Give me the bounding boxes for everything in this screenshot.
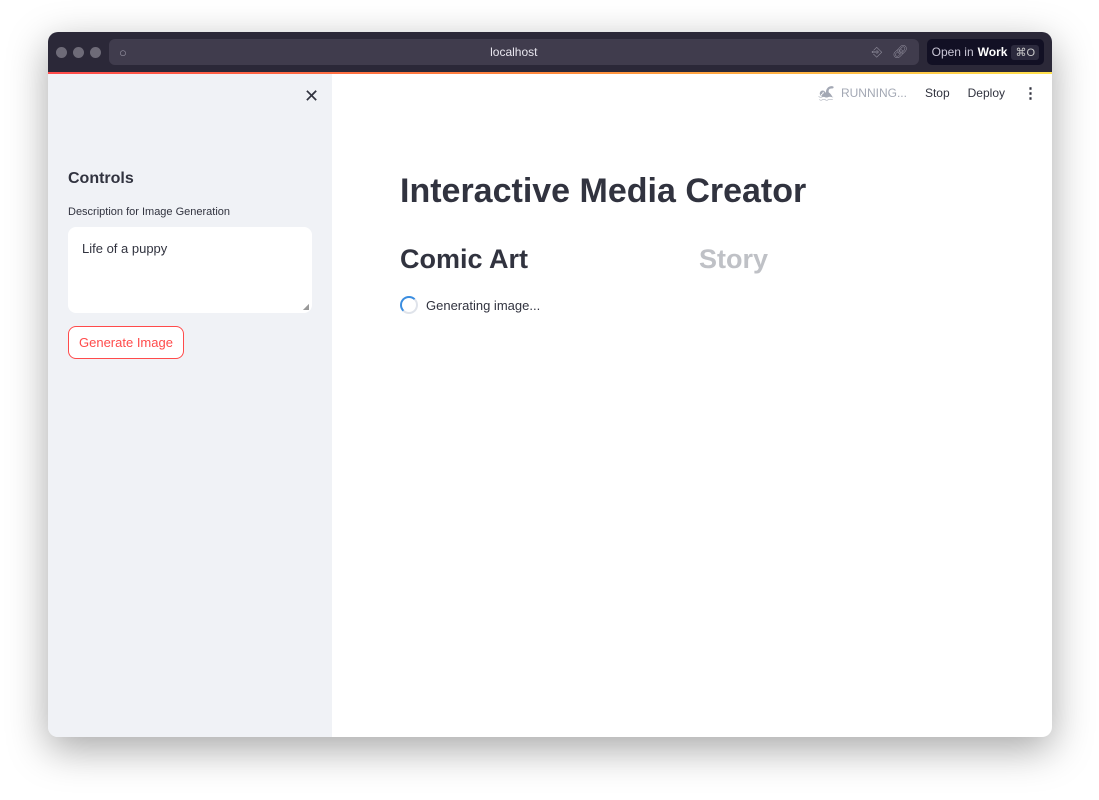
search-icon: ○ — [119, 44, 127, 60]
close-icon[interactable]: ✕ — [304, 86, 319, 107]
description-input[interactable]: Life of a puppy ◢ — [68, 227, 312, 313]
spinner-icon — [400, 296, 418, 314]
generate-image-button[interactable]: Generate Image — [68, 326, 184, 359]
sidebar: ✕ Controls Description for Image Generat… — [48, 74, 332, 737]
tab-comic-art: Comic Art — [400, 244, 529, 274]
url-text: localhost — [490, 45, 538, 59]
page-title: Interactive Media Creator — [400, 172, 807, 210]
open-target-label: Work — [977, 45, 1008, 59]
browser-window: localhost ○ ⎆ 🔗︎ Open in Work ⌘O ✕ Contro… — [48, 32, 1052, 737]
title-bar: localhost ○ ⎆ 🔗︎ Open in Work ⌘O — [48, 32, 1052, 72]
extension-icon[interactable]: ⎆ — [872, 44, 882, 60]
address-bar[interactable]: localhost ○ ⎆ 🔗︎ — [109, 39, 919, 65]
deploy-button[interactable]: Deploy — [968, 86, 1005, 100]
sidebar-title: Controls — [68, 170, 134, 187]
tab-story: Story — [699, 244, 769, 274]
running-status: 🏊︎ RUNNING... — [817, 85, 907, 102]
open-in-work-button[interactable]: Open in Work ⌘O — [926, 39, 1044, 65]
resize-handle-icon[interactable]: ◢ — [303, 302, 309, 311]
description-label: Description for Image Generation — [68, 206, 231, 218]
swimmer-icon: 🏊︎ — [817, 84, 835, 101]
link-icon[interactable]: 🔗︎ — [892, 44, 909, 60]
stop-button[interactable]: Stop — [925, 86, 950, 100]
open-in-label: Open in — [931, 45, 974, 59]
more-menu-icon[interactable]: ⋮ — [1023, 84, 1038, 102]
main-content: 🏊︎ RUNNING... Stop Deploy ⋮ Interactive M… — [332, 74, 1052, 737]
loading-status: Generating image... — [400, 296, 540, 314]
toolbar: 🏊︎ RUNNING... Stop Deploy ⋮ — [817, 84, 1038, 103]
shortcut-badge: ⌘O — [1011, 44, 1039, 60]
description-value: Life of a puppy — [82, 241, 168, 256]
window-controls[interactable] — [56, 46, 101, 58]
running-label: RUNNING... — [840, 86, 907, 100]
loading-text: Generating image... — [426, 297, 541, 313]
